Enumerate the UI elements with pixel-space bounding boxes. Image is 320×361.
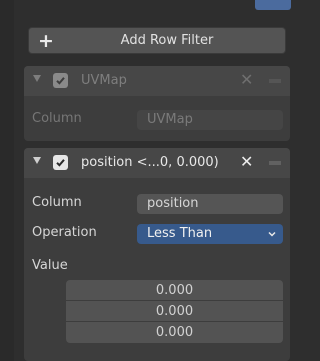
row-filter-position: position <...0, 0.000) ✕ Column position… (24, 148, 290, 361)
plus-icon: + (38, 30, 54, 52)
column-name-field[interactable]: position (137, 194, 283, 214)
filter-enable-checkbox[interactable] (53, 155, 68, 170)
column-label: Column (32, 111, 82, 126)
drag-handle-icon[interactable] (269, 161, 281, 165)
row-filter-header[interactable]: position <...0, 0.000) ✕ (24, 148, 290, 178)
region-edge (0, 0, 14, 361)
add-row-filter-label: Add Row Filter (120, 33, 214, 48)
operation-selected-value: Less Than (147, 226, 213, 241)
top-corner-widget[interactable] (255, 0, 291, 10)
checkmark-icon (56, 77, 65, 85)
remove-filter-icon[interactable]: ✕ (240, 71, 253, 89)
operation-dropdown[interactable]: Less Than (137, 224, 283, 244)
value-x-field[interactable]: 0.000 (66, 280, 283, 301)
row-filter-header[interactable]: UVMap ✕ (24, 66, 290, 96)
filter-enable-checkbox[interactable] (53, 73, 68, 88)
chevron-down-icon (268, 231, 276, 237)
drag-handle-icon[interactable] (269, 79, 281, 83)
column-name-field[interactable]: UVMap (137, 110, 283, 130)
disclosure-triangle-icon[interactable] (33, 157, 41, 164)
spreadsheet-row-filters-panel: + Add Row Filter UVMap ✕ Column UVMap po… (0, 0, 307, 361)
value-label: Value (32, 258, 68, 273)
value-z-field[interactable]: 0.000 (66, 322, 283, 343)
operation-label: Operation (32, 225, 97, 240)
value-y-field[interactable]: 0.000 (66, 301, 283, 322)
filter-title: UVMap (81, 73, 127, 88)
filter-title: position <...0, 0.000) (81, 155, 219, 170)
add-row-filter-button[interactable]: + Add Row Filter (28, 27, 286, 54)
disclosure-triangle-icon[interactable] (33, 75, 41, 82)
checkmark-icon (56, 159, 65, 167)
value-vector-field: 0.000 0.000 0.000 (66, 280, 283, 343)
remove-filter-icon[interactable]: ✕ (240, 153, 253, 171)
row-filter-uvmap: UVMap ✕ Column UVMap (24, 66, 290, 141)
column-label: Column (32, 195, 82, 210)
